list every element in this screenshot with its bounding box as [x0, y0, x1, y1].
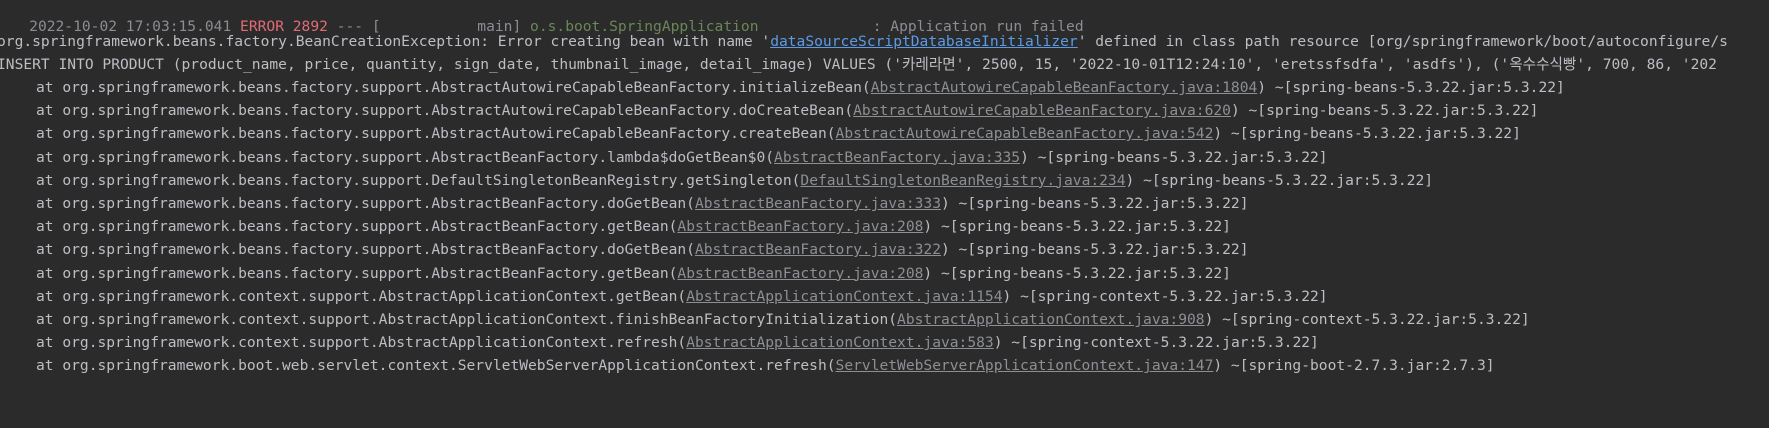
stack-frame-jar: ) ~[spring-context-5.3.22.jar:5.3.22] [1002, 287, 1328, 305]
stack-frame-method: at org.springframework.beans.factory.sup… [36, 241, 695, 259]
exception-suffix: ' defined in class path resource [org/sp… [1077, 33, 1728, 50]
source-file-link[interactable]: AbstractBeanFactory.java:208 [677, 265, 923, 282]
stack-frame-line: at org.springframework.beans.factory.sup… [0, 121, 1521, 147]
stack-frame-jar: ) ~[spring-beans-5.3.22.jar:5.3.22] [923, 264, 1231, 282]
stack-frame-jar: ) ~[spring-beans-5.3.22.jar:5.3.22] [1257, 79, 1565, 96]
stack-frame-jar: ) ~[spring-beans-5.3.22.jar:5.3.22] [1125, 171, 1434, 189]
source-file-link[interactable]: AbstractAutowireCapableBeanFactory.java:… [853, 102, 1231, 119]
stack-frame-method: at org.springframework.beans.factory.sup… [36, 171, 801, 189]
stack-frame-line: at org.springframework.beans.factory.sup… [0, 75, 1565, 101]
bean-name-link[interactable]: dataSourceScriptDatabaseInitializer [770, 33, 1078, 50]
console-output[interactable]: 2022-10-02 17:03:15.041 ERROR 2892 --- [… [0, 0, 1769, 428]
source-file-link[interactable]: AbstractBeanFactory.java:208 [677, 218, 923, 235]
stack-frame-jar: ) ~[spring-context-5.3.22.jar:5.3.22] [993, 334, 1319, 352]
stack-frame-jar: ) ~[spring-beans-5.3.22.jar:5.3.22] [940, 241, 1249, 259]
source-file-link[interactable]: AbstractBeanFactory.java:333 [695, 195, 941, 212]
log-header-line: 2022-10-02 17:03:15.041 ERROR 2892 --- [… [0, 0, 1083, 35]
stack-frame-jar: ) ~[spring-context-5.3.22.jar:5.3.22] [1204, 311, 1530, 328]
stack-frame-line: at org.springframework.beans.factory.sup… [0, 191, 1249, 217]
exception-prefix: org.springframework.beans.factory.BeanCr… [0, 33, 771, 50]
stack-frame-method: at org.springframework.beans.factory.sup… [36, 125, 836, 143]
stack-frame-line: at org.springframework.beans.factory.sup… [0, 214, 1231, 240]
stack-frame-line: at org.springframework.context.support.A… [0, 284, 1328, 310]
stack-frame-method: at org.springframework.beans.factory.sup… [36, 79, 871, 96]
stack-frame-method: at org.springframework.beans.factory.sup… [36, 264, 678, 282]
stack-frame-line: at org.springframework.boot.web.servlet.… [0, 353, 1495, 379]
stack-frame-jar: ) ~[spring-beans-5.3.22.jar:5.3.22] [1213, 125, 1521, 143]
stack-frame-jar: ) ~[spring-beans-5.3.22.jar:5.3.22] [923, 218, 1231, 236]
stack-frame-line: at org.springframework.beans.factory.sup… [0, 168, 1433, 194]
stack-frame-line: at org.springframework.beans.factory.sup… [0, 98, 1538, 124]
stack-frame-jar: ) ~[spring-boot-2.7.3.jar:2.7.3] [1213, 357, 1495, 375]
stack-frame-line: at org.springframework.beans.factory.sup… [0, 261, 1231, 287]
stack-frame-jar: ) ~[spring-beans-5.3.22.jar:5.3.22] [1230, 102, 1539, 120]
stack-frame-method: at org.springframework.context.support.A… [36, 311, 898, 328]
source-file-link[interactable]: ServletWebServerApplicationContext.java:… [836, 357, 1214, 374]
console-bottom-edge [0, 422, 1769, 428]
stack-frame-method: at org.springframework.beans.factory.sup… [36, 195, 695, 212]
source-file-link[interactable]: AbstractAutowireCapableBeanFactory.java:… [836, 125, 1214, 142]
stack-frame-jar: ) ~[spring-beans-5.3.22.jar:5.3.22] [1020, 148, 1328, 166]
stack-frame-method: at org.springframework.boot.web.servlet.… [36, 357, 836, 375]
stack-frame-line: at org.springframework.context.support.A… [0, 307, 1530, 333]
stack-frame-method: at org.springframework.context.support.A… [36, 287, 687, 305]
stack-frame-line: at org.springframework.beans.factory.sup… [0, 145, 1328, 171]
source-file-link[interactable]: AbstractApplicationContext.java:908 [897, 311, 1205, 328]
stack-frame-jar: ) ~[spring-beans-5.3.22.jar:5.3.22] [940, 195, 1249, 212]
source-file-link[interactable]: DefaultSingletonBeanRegistry.java:234 [800, 172, 1125, 189]
source-file-link[interactable]: AbstractBeanFactory.java:322 [695, 241, 941, 258]
stack-frame-line: at org.springframework.beans.factory.sup… [0, 237, 1249, 263]
stack-frame-method: at org.springframework.beans.factory.sup… [36, 102, 854, 120]
stack-frame-method: at org.springframework.beans.factory.sup… [36, 148, 775, 166]
source-file-link[interactable]: AbstractApplicationContext.java:1154 [686, 288, 1002, 305]
source-file-link[interactable]: AbstractBeanFactory.java:335 [774, 149, 1020, 166]
stack-frame-line: at org.springframework.context.support.A… [0, 330, 1319, 356]
source-file-link[interactable]: AbstractApplicationContext.java:583 [686, 334, 994, 351]
stack-frame-method: at org.springframework.beans.factory.sup… [36, 218, 678, 236]
source-file-link[interactable]: AbstractAutowireCapableBeanFactory.java:… [871, 79, 1258, 96]
stack-frame-method: at org.springframework.context.support.A… [36, 334, 687, 352]
